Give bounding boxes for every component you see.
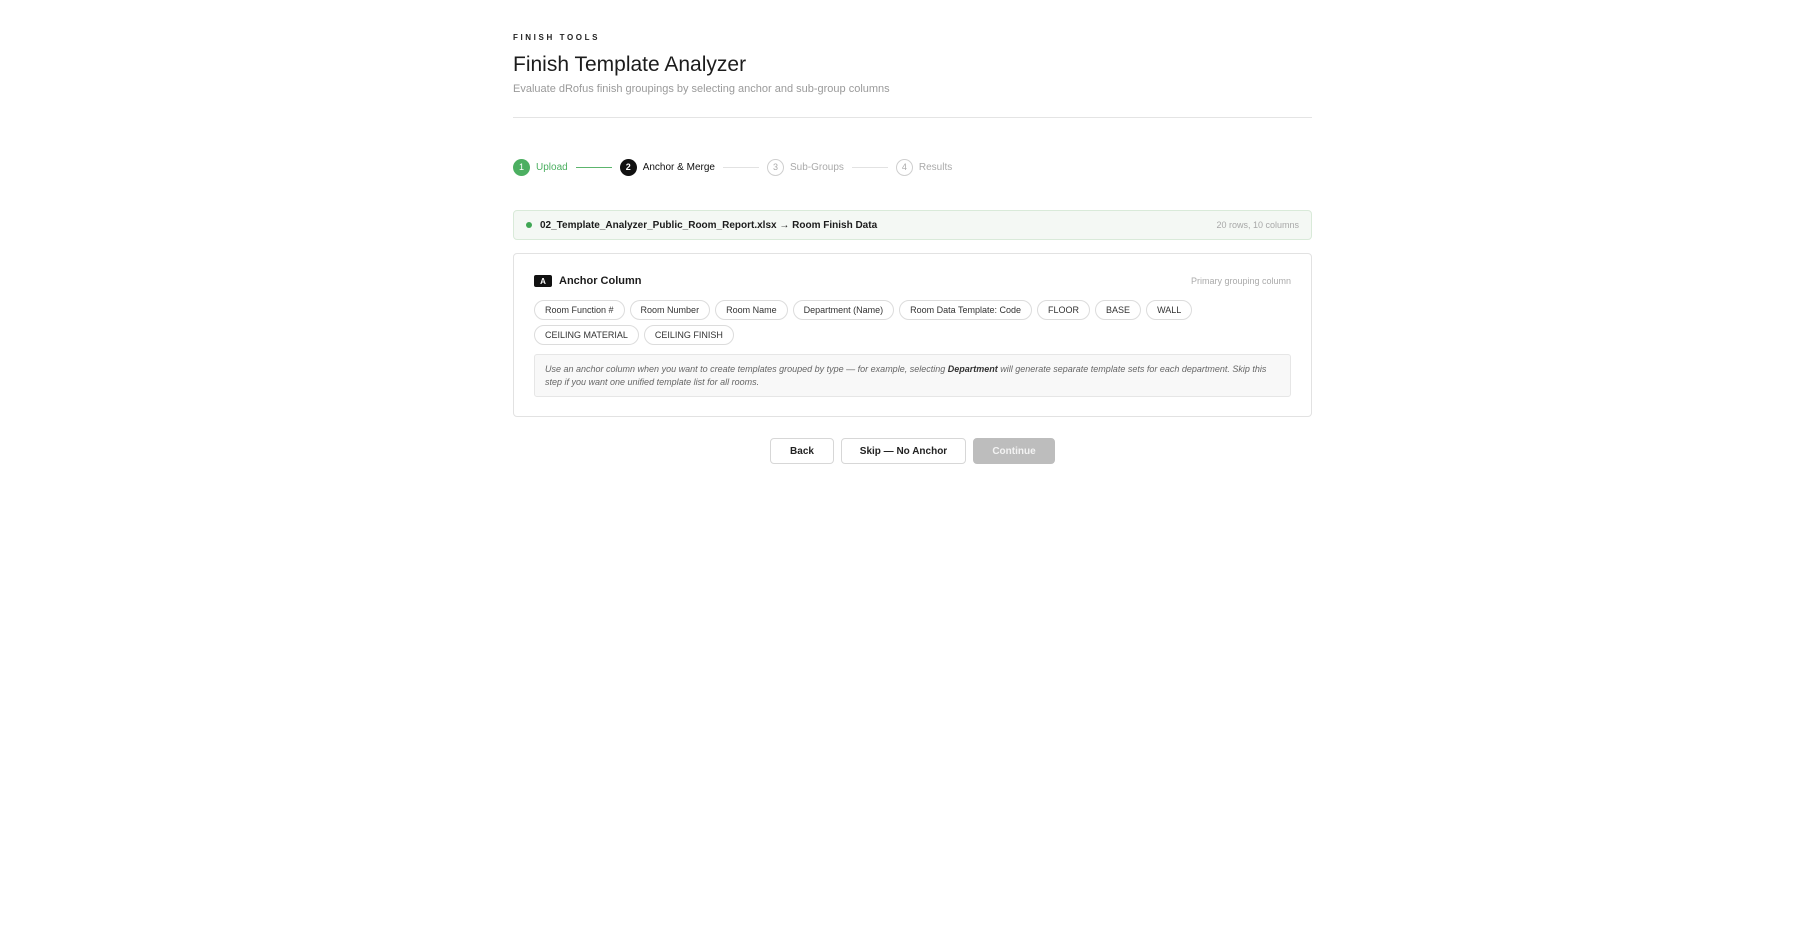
column-chip[interactable]: Room Number — [629, 300, 711, 320]
header-divider — [513, 117, 1312, 118]
step-results: 4 Results — [895, 158, 953, 176]
note-text: Use an anchor column when you want to cr… — [545, 364, 948, 374]
column-chip[interactable]: Room Data Template: Code — [899, 300, 1033, 320]
step-connector — [575, 166, 612, 168]
back-button[interactable]: Back — [770, 438, 834, 464]
column-chip[interactable]: CEILING MATERIAL — [534, 325, 639, 345]
loaded-file-bar: 02_Template_Analyzer_Public_Room_Report.… — [513, 210, 1312, 240]
column-chip[interactable]: BASE — [1095, 300, 1142, 320]
note-emphasis: Department — [947, 364, 998, 374]
anchor-help-note: Use an anchor column when you want to cr… — [534, 354, 1291, 397]
continue-button[interactable]: Continue — [973, 438, 1055, 464]
step-label: Results — [918, 161, 953, 173]
status-dot-icon — [526, 222, 532, 228]
page-subtitle: Evaluate dRofus finish groupings by sele… — [513, 83, 890, 95]
anchor-badge-icon: A — [534, 275, 552, 287]
page-title: Finish Template Analyzer — [513, 53, 747, 76]
column-chip-list: Room Function # Room Number Room Name De… — [534, 300, 1291, 345]
file-name: 02_Template_Analyzer_Public_Room_Report.… — [540, 219, 878, 231]
column-chip[interactable]: Room Name — [715, 300, 788, 320]
step-label: Anchor & Merge — [642, 161, 715, 173]
step-anchor-merge[interactable]: 2 Anchor & Merge — [619, 158, 715, 176]
step-number: 3 — [766, 158, 784, 176]
step-sub-groups: 3 Sub-Groups — [766, 158, 844, 176]
section-eyebrow: FINISH TOOLS — [513, 33, 601, 42]
step-number: 1 — [513, 158, 530, 176]
action-bar: Back Skip — No Anchor Continue — [770, 438, 1055, 464]
card-hint: Primary grouping column — [1190, 276, 1291, 286]
step-label: Sub-Groups — [789, 161, 844, 173]
skip-no-anchor-button[interactable]: Skip — No Anchor — [841, 438, 966, 464]
anchor-column-card: A Anchor Column Primary grouping column … — [513, 253, 1312, 417]
card-title: Anchor Column — [559, 275, 642, 287]
column-chip[interactable]: WALL — [1146, 300, 1193, 320]
step-label: Upload — [536, 161, 568, 173]
wizard-stepper: 1 Upload 2 Anchor & Merge 3 Sub-Groups 4… — [513, 158, 952, 176]
step-connector — [722, 166, 759, 168]
step-connector — [851, 166, 888, 168]
file-stats: 20 rows, 10 columns — [1216, 220, 1299, 230]
step-number: 2 — [619, 158, 637, 176]
step-upload[interactable]: 1 Upload — [513, 158, 568, 176]
card-header: A Anchor Column Primary grouping column — [534, 274, 1291, 288]
column-chip[interactable]: CEILING FINISH — [643, 325, 734, 345]
column-chip[interactable]: Room Function # — [534, 300, 625, 320]
column-chip[interactable]: FLOOR — [1037, 300, 1091, 320]
column-chip[interactable]: Department (Name) — [792, 300, 895, 320]
step-number: 4 — [895, 158, 913, 176]
